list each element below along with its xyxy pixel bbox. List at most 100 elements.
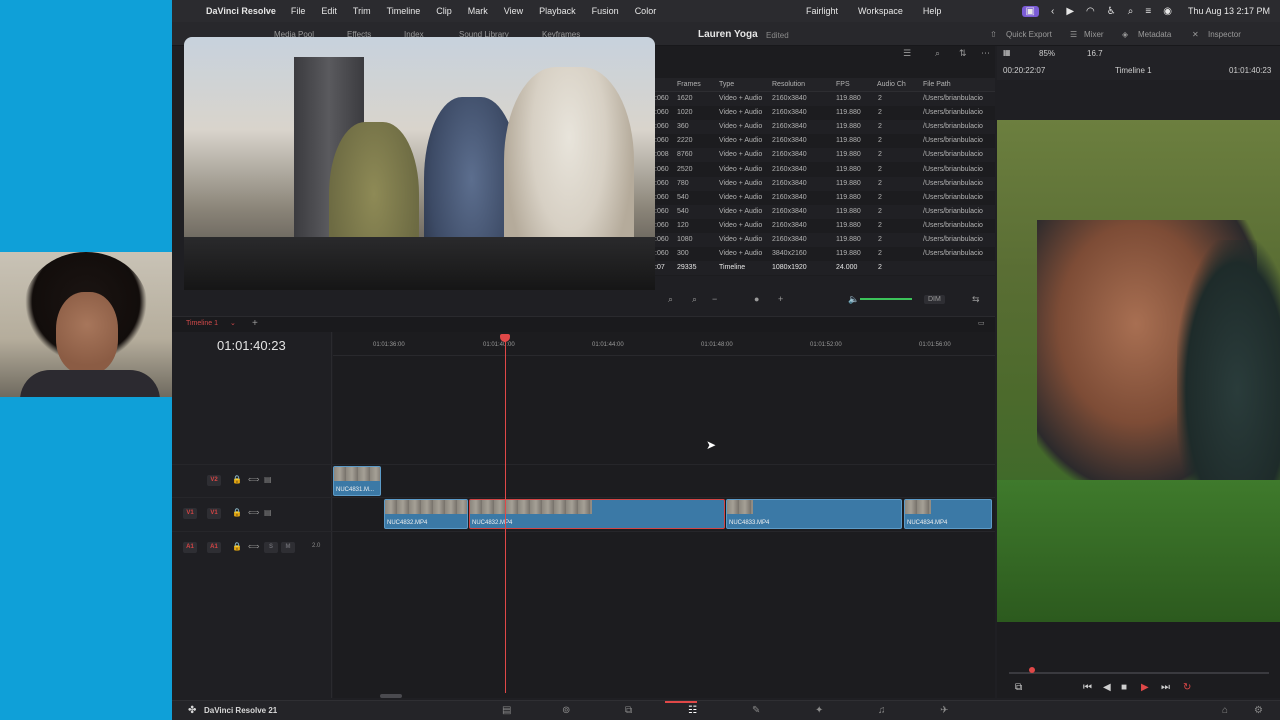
menu-timeline[interactable]: Timeline [387, 6, 421, 16]
export-icon[interactable]: ⇧ [990, 30, 997, 39]
clip-v1-1[interactable]: NUC4832.MP4 [384, 499, 468, 529]
menu-file[interactable]: File [291, 6, 306, 16]
lock-icon[interactable]: 🔒 [232, 542, 242, 551]
menu-trim[interactable]: Trim [353, 6, 371, 16]
auto-select-icon[interactable]: ⟺ [248, 508, 259, 517]
zoom-fit-icon[interactable]: ⌕ [692, 294, 697, 305]
viewer-frame[interactable] [997, 120, 1280, 622]
add-timeline-icon[interactable]: + [252, 318, 258, 329]
lock-icon[interactable]: 🔒 [232, 475, 242, 484]
clip-v1-4[interactable]: NUC4834.MP4 [904, 499, 992, 529]
mixer-icon[interactable]: ☰ [1070, 30, 1077, 39]
inspector-button[interactable]: Inspector [1208, 30, 1241, 39]
clip-v1-2[interactable]: NUC4832.MP4 [469, 499, 725, 529]
edit-timeline-page-icon[interactable]: ☷ [688, 705, 697, 716]
menu-workspace[interactable]: Workspace [858, 6, 903, 16]
zoom-plus-icon[interactable]: + [778, 294, 783, 304]
search-icon[interactable]: ⌕ [935, 48, 940, 59]
mixer-button[interactable]: Mixer [1084, 30, 1104, 39]
menu-clock[interactable]: Thu Aug 13 2:17 PM [1188, 6, 1270, 16]
clip-v2[interactable]: NUC4831.M... [333, 466, 381, 496]
loop-icon[interactable]: ↻ [1183, 682, 1191, 693]
timeline-timecode[interactable]: 01:01:40:23 [217, 338, 286, 353]
track-visibility-icon[interactable]: ▤ [264, 475, 272, 484]
settings-icon[interactable]: ⚙ [1254, 705, 1263, 716]
zoom-out-icon[interactable]: ⌕ [668, 294, 673, 305]
inspector-icon[interactable]: ✕ [1192, 30, 1199, 39]
deliver-page-icon[interactable]: ✈ [940, 705, 948, 716]
color-page-icon[interactable]: ✦ [815, 705, 823, 716]
track-a1-label[interactable]: A1 [207, 542, 221, 553]
stop-icon[interactable]: ■ [1121, 682, 1127, 693]
home-icon[interactable]: ⌂ [1222, 705, 1228, 716]
clip-v1-3[interactable]: NUC4833.MP4 [726, 499, 902, 529]
skip-forward-icon[interactable]: ⏭ [1161, 682, 1170, 693]
col-frames[interactable]: Frames [677, 81, 701, 88]
menu-fairlight[interactable]: Fairlight [806, 6, 838, 16]
menu-fusion[interactable]: Fusion [592, 6, 619, 16]
lock-icon[interactable]: 🔒 [232, 508, 242, 517]
col-audio-ch[interactable]: Audio Ch [877, 81, 906, 88]
zoom-slider-knob[interactable]: ● [754, 294, 759, 304]
metadata-button[interactable]: Metadata [1138, 30, 1171, 39]
timeline-tab-chevron-icon[interactable]: ⌄ [230, 319, 236, 327]
screen-record-icon[interactable]: ▣ [1021, 5, 1039, 17]
mute-icon[interactable]: M [281, 542, 295, 553]
col-resolution[interactable]: Resolution [772, 81, 805, 88]
wifi-icon[interactable]: ◠ [1086, 6, 1095, 17]
quick-export-button[interactable]: Quick Export [1006, 30, 1052, 39]
fusion-page-icon[interactable]: ✎ [752, 705, 760, 716]
menu-help[interactable]: Help [923, 6, 942, 16]
viewer-zoom[interactable]: 85% [1039, 49, 1055, 58]
track-v1-source[interactable]: V1 [183, 508, 197, 519]
track-v1-label[interactable]: V1 [207, 508, 221, 519]
viewer-timeline-name[interactable]: Timeline 1 [1115, 66, 1152, 75]
track-a1-source[interactable]: A1 [183, 542, 197, 553]
col-type[interactable]: Type [719, 81, 734, 88]
track-v2-label[interactable]: V2 [207, 475, 221, 486]
menu-mark[interactable]: Mark [468, 6, 488, 16]
play-icon[interactable]: ▶ [1141, 682, 1149, 693]
play-circle-icon[interactable]: ▶ [1066, 6, 1074, 17]
col-fps[interactable]: FPS [836, 81, 850, 88]
crop-icon[interactable]: ⧉ [1015, 682, 1022, 693]
track-visibility-icon[interactable]: ▤ [264, 508, 272, 517]
search-icon[interactable]: ⌕ [1128, 6, 1134, 17]
playhead-line[interactable] [505, 336, 506, 693]
menu-color[interactable]: Color [635, 6, 657, 16]
user-icon[interactable]: ◉ [1163, 6, 1172, 17]
col-file-path[interactable]: File Path [923, 81, 951, 88]
edit-page-icon[interactable]: ⧉ [625, 705, 632, 716]
auto-select-icon[interactable]: ⟺ [248, 475, 259, 484]
zoom-minus-icon[interactable]: − [712, 294, 717, 304]
menu-clip[interactable]: Clip [436, 6, 452, 16]
viewer-rate[interactable]: 16.7 [1087, 49, 1103, 58]
solo-icon[interactable]: S [264, 542, 278, 553]
step-back-icon[interactable]: ◀ [1103, 682, 1111, 693]
more-icon[interactable]: ⋯ [981, 48, 990, 59]
viewer-scrubber[interactable] [1009, 672, 1269, 674]
bin-row[interactable] [655, 261, 995, 276]
fairlight-page-icon[interactable]: ♫ [878, 705, 886, 716]
auto-select-icon[interactable]: ⟺ [248, 542, 259, 551]
app-menu[interactable]: DaVinci Resolve [206, 6, 276, 16]
menu-playback[interactable]: Playback [539, 6, 576, 16]
list-view-icon[interactable]: ☰ [903, 48, 911, 59]
audio-volume-slider[interactable] [860, 298, 912, 300]
sort-icon[interactable]: ⇅ [959, 48, 967, 59]
menu-view[interactable]: View [504, 6, 523, 16]
skip-back-icon[interactable]: ⏮ [1083, 682, 1092, 693]
timeline-ruler[interactable]: 01:01:36:00 01:01:40:00 01:01:44:00 01:0… [333, 332, 995, 356]
volume-icon[interactable]: 🔈 [848, 294, 859, 305]
menu-edit[interactable]: Edit [321, 6, 337, 16]
viewer-layout-icon[interactable]: ▦ [1003, 48, 1011, 57]
media-page-icon[interactable]: ▤ [502, 705, 511, 716]
timeline-window-icon[interactable]: ▭ [978, 319, 985, 327]
timeline-horizontal-scrollbar[interactable] [380, 694, 402, 698]
viewer-scrubber-handle[interactable] [1029, 667, 1035, 673]
accessibility-icon[interactable]: ♿ [1107, 6, 1116, 17]
dim-button[interactable]: DIM [924, 295, 945, 304]
metadata-icon[interactable]: ◈ [1122, 30, 1128, 39]
floating-video-preview[interactable] [184, 37, 655, 302]
control-center-icon[interactable]: ≡ [1145, 6, 1151, 17]
